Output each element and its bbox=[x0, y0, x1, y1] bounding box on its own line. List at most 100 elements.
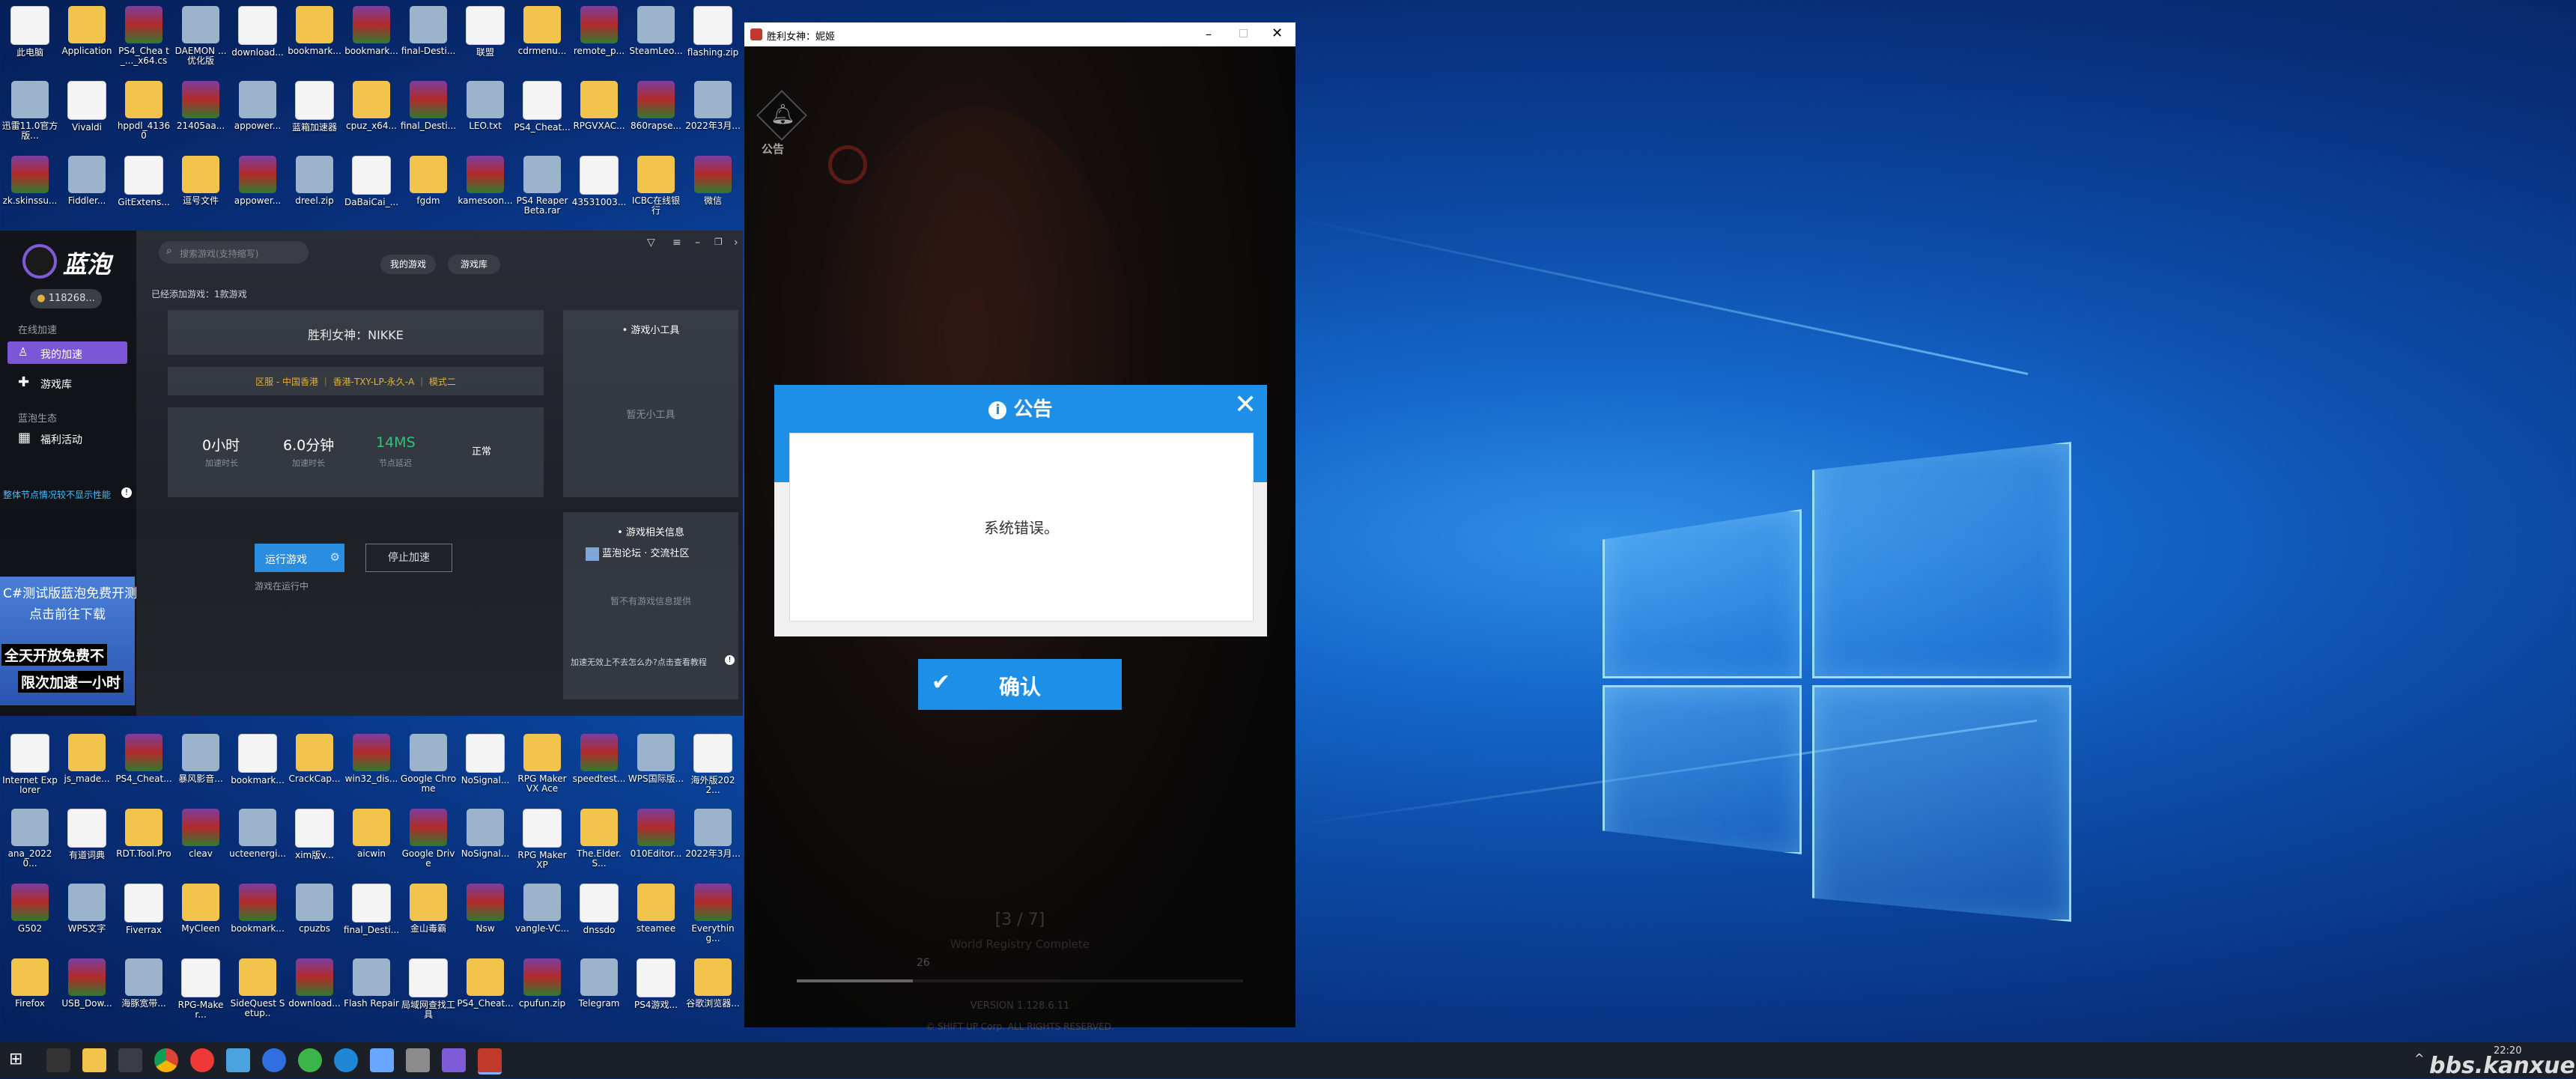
desktop-icon[interactable]: 暴风影音... bbox=[172, 731, 229, 803]
desktop-icon[interactable]: hppdl_41360 bbox=[115, 78, 172, 150]
help-tutorial-link[interactable]: 加速无效上不去怎么办?点击查看教程 bbox=[571, 656, 707, 668]
run-game-button[interactable]: 运行游戏 ⚙ bbox=[255, 544, 344, 572]
desktop-icon[interactable]: Flash Repair bbox=[343, 955, 400, 1027]
file-explorer-icon[interactable] bbox=[82, 1048, 106, 1072]
desktop-icon[interactable]: Telegram bbox=[571, 955, 628, 1027]
desktop-icon[interactable]: G502 bbox=[1, 881, 58, 952]
desktop-icon[interactable]: 逗号文件 bbox=[172, 153, 229, 225]
desktop-icon[interactable]: Firefox bbox=[1, 955, 58, 1027]
desktop-icon[interactable]: The.Elder.S... bbox=[571, 806, 628, 878]
desktop-icon[interactable]: ICBC在线银行 bbox=[628, 153, 684, 225]
nav-game-library[interactable]: ✚ 游戏库 bbox=[7, 371, 127, 394]
desktop-icon[interactable]: NoSignal... bbox=[457, 806, 514, 878]
desktop-icon[interactable]: 2022年3月... bbox=[684, 78, 741, 150]
nav-welfare[interactable]: ▦ 福利活动 bbox=[7, 427, 127, 449]
app-icon-7[interactable] bbox=[262, 1048, 286, 1072]
desktop-icon[interactable]: xim版v... bbox=[286, 806, 343, 878]
desktop-icon[interactable]: cdrmenu... bbox=[514, 3, 571, 75]
desktop-icon[interactable]: RPG Maker VX Ace bbox=[514, 731, 571, 803]
desktop-icon[interactable]: PS4_Cheat... bbox=[457, 955, 514, 1027]
desktop-icon[interactable]: dreel.zip bbox=[286, 153, 343, 225]
desktop-icon[interactable]: fgdm bbox=[400, 153, 457, 225]
close-icon[interactable]: › bbox=[734, 237, 738, 249]
desktop-icon[interactable]: PS4_Cheat... bbox=[514, 78, 571, 150]
desktop-icon[interactable]: aicwin bbox=[343, 806, 400, 878]
game-search-input[interactable]: ⌕ 搜索游戏(支持缩写) bbox=[159, 241, 309, 264]
desktop-icon[interactable]: Fiverrax bbox=[115, 881, 172, 952]
desktop-icon[interactable]: WPS文字 bbox=[58, 881, 115, 952]
desktop-icon[interactable]: js_made... bbox=[58, 731, 115, 803]
desktop-icon[interactable]: 联盟 bbox=[457, 3, 514, 75]
edge-icon[interactable] bbox=[334, 1048, 358, 1072]
minimize-icon[interactable]: – bbox=[1206, 27, 1212, 41]
desktop-icon[interactable]: cpuz_x64... bbox=[343, 78, 400, 150]
desktop-icon[interactable]: 21405aa... bbox=[172, 78, 229, 150]
desktop-icon[interactable]: Google Chrome bbox=[400, 731, 457, 803]
app-icon-11[interactable] bbox=[406, 1048, 430, 1072]
nav-my-acceleration[interactable]: ♙ 我的加速 bbox=[7, 341, 127, 364]
app-icon-8[interactable] bbox=[298, 1048, 322, 1072]
mic-icon[interactable] bbox=[46, 1048, 70, 1072]
vivaldi-icon[interactable] bbox=[190, 1048, 214, 1072]
confirm-button[interactable]: ✔ 确认 bbox=[918, 659, 1122, 710]
desktop-icon[interactable]: Everything... bbox=[684, 881, 741, 952]
desktop-icon[interactable]: 海豚宽带... bbox=[115, 955, 172, 1027]
desktop-icon[interactable]: final-Desti... bbox=[400, 3, 457, 75]
desktop-icon[interactable]: RPG Maker XP bbox=[514, 806, 571, 878]
desktop-icon[interactable]: SteamLeo... bbox=[628, 3, 684, 75]
desktop-icon[interactable]: USB_Dow... bbox=[58, 955, 115, 1027]
restore-icon[interactable]: ❐ bbox=[714, 237, 723, 247]
desktop-icon[interactable]: 微信 bbox=[684, 153, 741, 225]
desktop-icon[interactable]: 010Editor... bbox=[628, 806, 684, 878]
app-icon-3[interactable] bbox=[118, 1048, 142, 1072]
forum-link[interactable]: 蓝泡论坛 · 交流社区 bbox=[586, 545, 690, 561]
desktop-icon[interactable]: PS4_Cheat... bbox=[115, 731, 172, 803]
desktop-icon[interactable]: 2022年3月... bbox=[684, 806, 741, 878]
desktop-icon[interactable]: cpufun.zip bbox=[514, 955, 571, 1027]
close-icon[interactable]: ✕ bbox=[1272, 25, 1283, 41]
desktop-icon[interactable]: PS4 Reaper Beta.rar bbox=[514, 153, 571, 225]
desktop-icon[interactable]: WPS国际版... bbox=[628, 731, 684, 803]
start-button[interactable]: ⊞ bbox=[4, 1048, 28, 1072]
promo-banner[interactable]: C#测试版蓝泡免费开测 点击前往下载 全天开放免费不 限次加速一小时 bbox=[0, 577, 137, 705]
desktop-icon[interactable]: RDT.Tool.Pro bbox=[115, 806, 172, 878]
app-icon-12[interactable] bbox=[442, 1048, 466, 1072]
desktop-icon[interactable]: bookmark... bbox=[343, 3, 400, 75]
desktop-icon[interactable]: 43531003... bbox=[571, 153, 628, 225]
desktop-icon[interactable]: steamee bbox=[628, 881, 684, 952]
desktop-icon[interactable]: RPGVXAC... bbox=[571, 78, 628, 150]
desktop-icon[interactable]: GitExtens... bbox=[115, 153, 172, 225]
desktop-icon[interactable]: 谷歌浏览器... bbox=[684, 955, 741, 1027]
desktop-icon[interactable]: ucteenergi... bbox=[229, 806, 286, 878]
desktop-icon[interactable]: 金山毒霸 bbox=[400, 881, 457, 952]
desktop-icon[interactable]: 局域网查找工具 bbox=[400, 955, 457, 1027]
chrome-icon[interactable] bbox=[154, 1048, 178, 1072]
desktop-icon[interactable]: NoSignal... bbox=[457, 731, 514, 803]
desktop-icon[interactable]: vangle-VC... bbox=[514, 881, 571, 952]
desktop-icon[interactable]: PS4游戏... bbox=[628, 955, 684, 1027]
user-badge[interactable]: ● 118268... bbox=[30, 289, 102, 308]
desktop-icon[interactable]: Fiddler... bbox=[58, 153, 115, 225]
desktop-icon[interactable]: 迅雷11.0官方版... bbox=[1, 78, 58, 150]
desktop-icon[interactable]: PS4_Chea t_..._x64.cs bbox=[115, 3, 172, 75]
desktop-icon[interactable]: 有道词典 bbox=[58, 806, 115, 878]
desktop-icon[interactable]: kamesoon... bbox=[457, 153, 514, 225]
desktop-icon[interactable]: 此电脑 bbox=[1, 3, 58, 75]
desktop-icon[interactable]: bookmark... bbox=[229, 731, 286, 803]
tab-my-games[interactable]: 我的游戏 bbox=[380, 255, 436, 274]
desktop-icon[interactable]: cleav bbox=[172, 806, 229, 878]
app-icon-10[interactable] bbox=[370, 1048, 394, 1072]
tray-chevron-icon[interactable]: ^ bbox=[2414, 1051, 2424, 1066]
menu-icon[interactable]: ≡ bbox=[672, 237, 681, 249]
desktop-icon[interactable]: 蓝箱加速器 bbox=[286, 78, 343, 150]
desktop-icon[interactable]: final_Desti... bbox=[343, 881, 400, 952]
desktop-icon[interactable]: final_Desti... bbox=[400, 78, 457, 150]
desktop-icon[interactable]: remote_p... bbox=[571, 3, 628, 75]
desktop-icon[interactable]: Nsw bbox=[457, 881, 514, 952]
desktop-icon[interactable]: ana_20220... bbox=[1, 806, 58, 878]
desktop-icon[interactable]: DaBaiCai_... bbox=[343, 153, 400, 225]
desktop-icon[interactable]: cpuzbs bbox=[286, 881, 343, 952]
shirt-icon[interactable]: ▽ bbox=[647, 237, 655, 249]
desktop-icon[interactable]: MyCleen bbox=[172, 881, 229, 952]
desktop-icon[interactable]: 860rapse... bbox=[628, 78, 684, 150]
